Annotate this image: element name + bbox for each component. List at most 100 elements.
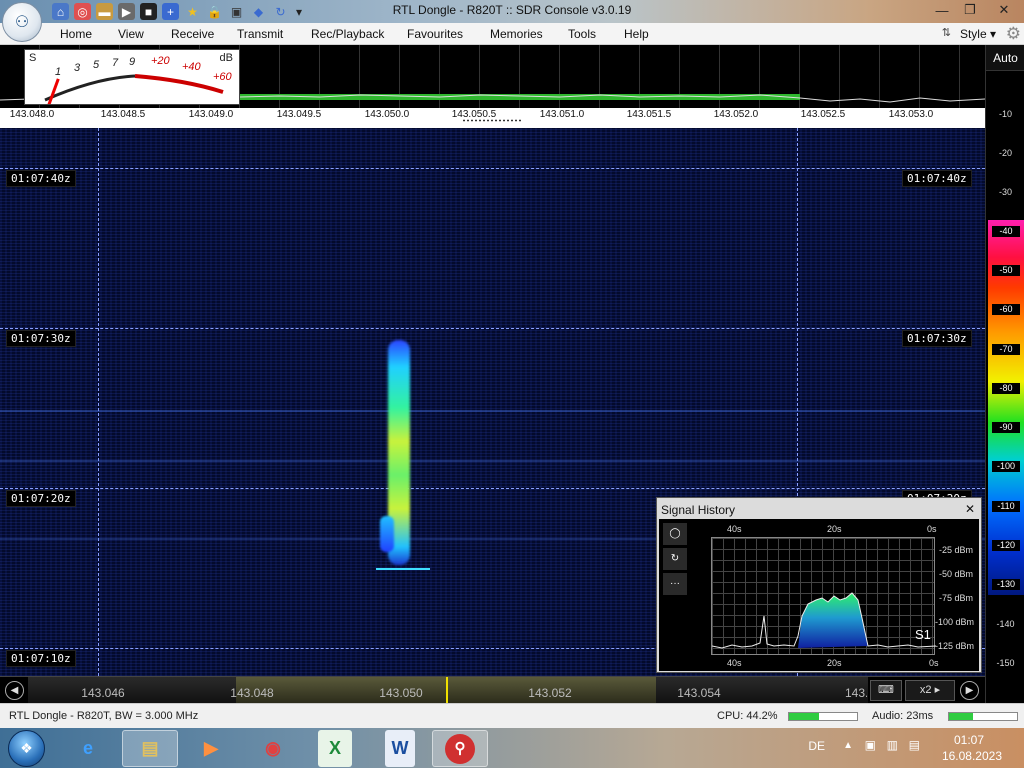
stop-icon[interactable]: ■: [140, 3, 157, 20]
db-tick: -120: [992, 540, 1020, 551]
home-icon[interactable]: ⌂: [52, 3, 69, 20]
menu-home[interactable]: Home: [60, 27, 92, 41]
close-icon[interactable]: ✕: [965, 502, 975, 516]
s-meter-over-scale: [134, 74, 224, 94]
cpu-status: CPU: 44.2%: [717, 710, 778, 722]
history-dbm-tick: -75 dBm: [939, 593, 974, 603]
s-meter-tick: +40: [182, 61, 201, 73]
freq-tick: 143.053.0: [888, 109, 934, 120]
lock-icon[interactable]: 🔒: [206, 3, 223, 20]
close-icon[interactable]: ✕: [984, 0, 1024, 20]
spectrum-display[interactable]: S dB 1 3 5 7 9 +20 +40 +60: [0, 45, 985, 108]
frequency-axis: 143.048.0 143.048.5 143.049.0 143.049.5 …: [0, 108, 985, 122]
app-menu-button[interactable]: ⚇: [2, 2, 42, 42]
explorer-icon[interactable]: ▤: [122, 730, 178, 767]
scroll-right-icon[interactable]: ▶: [960, 681, 979, 700]
more-icon[interactable]: ···: [663, 573, 687, 595]
camera-icon[interactable]: ▣: [228, 3, 245, 20]
menu-view[interactable]: View: [118, 27, 144, 41]
keyboard-button[interactable]: ⌨: [870, 680, 902, 701]
language-indicator[interactable]: DE: [808, 739, 825, 753]
cpu-bar: [788, 712, 858, 721]
freq-tick: 143.052.5: [800, 109, 846, 120]
freq-tick: 143.051.5: [626, 109, 672, 120]
db-tick: -50: [992, 265, 1020, 276]
minimize-icon[interactable]: —: [928, 0, 956, 20]
s-meter: S dB 1 3 5 7 9 +20 +40 +60: [24, 49, 240, 105]
menu-memories[interactable]: Memories: [490, 27, 543, 41]
freq-tick: 143.049.5: [276, 109, 322, 120]
media-player-icon[interactable]: ▶: [183, 730, 239, 767]
tuning-cursor[interactable]: [446, 677, 448, 704]
gear-icon[interactable]: ⚙: [1006, 24, 1021, 44]
tray-arrow-icon[interactable]: ▲: [843, 740, 853, 751]
cpu-bar-fill: [789, 713, 819, 720]
signal-history-body: ◯ ↻ ··· 40s 20s 0s -25 dBm -50 dBm -75 d…: [659, 519, 979, 671]
db-tick: -20: [998, 148, 1012, 158]
menu-favourites[interactable]: Favourites: [407, 27, 463, 41]
maximize-icon[interactable]: ❐: [956, 0, 984, 20]
s-meter-tick: 5: [93, 59, 100, 71]
history-dbm-tick: -25 dBm: [939, 545, 974, 555]
history-bottom-tick: 20s: [827, 658, 842, 668]
menu-receive[interactable]: Receive: [171, 27, 214, 41]
signal-history-title: Signal History: [661, 503, 736, 517]
drop-icon[interactable]: ◆: [250, 3, 267, 20]
chrome-icon[interactable]: ◉: [245, 730, 301, 767]
star-icon[interactable]: ★: [184, 3, 201, 20]
scroll-left-icon[interactable]: ◀: [5, 681, 24, 700]
interference-line: [0, 410, 985, 412]
reset-icon[interactable]: ↻: [663, 548, 687, 570]
tray-network-icon[interactable]: ▥: [887, 738, 898, 752]
excel-icon[interactable]: X: [318, 730, 352, 767]
up-down-icon[interactable]: ⇅: [942, 26, 951, 39]
menu-transmit[interactable]: Transmit: [237, 27, 283, 41]
freq-tick: 143.052.0: [713, 109, 759, 120]
db-tick: -30: [998, 187, 1012, 197]
freq-tick: 143.050.0: [364, 109, 410, 120]
lifebuoy-icon[interactable]: ◎: [74, 3, 91, 20]
start-button[interactable]: ❖: [8, 730, 45, 767]
dropdown-icon[interactable]: ▾: [294, 3, 304, 20]
record-icon[interactable]: ◯: [663, 523, 687, 545]
db-scale: Auto -10 -20 -30 -40 -50 -60 -70 -80 -90…: [985, 45, 1024, 703]
s-meter-tick: +60: [213, 71, 232, 83]
tray-display-icon[interactable]: ▤: [909, 738, 920, 752]
clock-date[interactable]: 16.08.2023: [942, 749, 1002, 763]
window-controls: — ❐ ✕: [928, 0, 1024, 20]
folder-icon[interactable]: ▬: [96, 3, 113, 20]
db-tick: -80: [992, 383, 1020, 394]
word-icon[interactable]: W: [385, 730, 415, 767]
auto-button[interactable]: Auto: [986, 45, 1024, 71]
clock-time[interactable]: 01:07: [954, 733, 984, 747]
time-label: 01:07:40z: [6, 170, 76, 187]
s-meter-db-label: dB: [219, 52, 233, 64]
freq-tick: 143.048.0: [9, 109, 55, 120]
menu-help[interactable]: Help: [624, 27, 649, 41]
menu-rec-playback[interactable]: Rec/Playback: [311, 27, 384, 41]
time-label-right: 01:07:30z: [902, 330, 972, 347]
signal-history-tools: ◯ ↻ ···: [663, 523, 687, 598]
play-icon[interactable]: ▶: [118, 3, 135, 20]
tray-device-icon[interactable]: ▣: [865, 738, 876, 752]
app-logo-icon: ⚇: [14, 14, 30, 31]
overview-tick: 143.048: [230, 686, 274, 700]
time-label: 01:07:10z: [6, 650, 76, 667]
bottom-frequency-bar: ◀ 143.046 143.048 143.050 143.052 143.05…: [0, 676, 985, 704]
zoom-button[interactable]: x2 ▸: [905, 680, 955, 701]
s-reading: S1: [915, 627, 931, 642]
sdr-console-icon[interactable]: ⚲: [432, 730, 488, 767]
menu-tools[interactable]: Tools: [568, 27, 596, 41]
time-label-right: 01:07:40z: [902, 170, 972, 187]
menu-bar: Home View Receive Transmit Rec/Playback …: [0, 23, 1024, 45]
style-menu[interactable]: Style ▾: [960, 27, 996, 41]
refresh-icon[interactable]: ↻: [272, 3, 289, 20]
db-tick: -150: [996, 658, 1015, 668]
history-signal-fill: [798, 593, 868, 648]
time-label: 01:07:20z: [6, 490, 76, 507]
add-icon[interactable]: +: [162, 3, 179, 20]
db-tick: -110: [992, 501, 1020, 512]
db-tick: -70: [992, 344, 1020, 355]
db-tick: -100: [992, 461, 1020, 472]
ie-icon[interactable]: e: [60, 730, 116, 767]
